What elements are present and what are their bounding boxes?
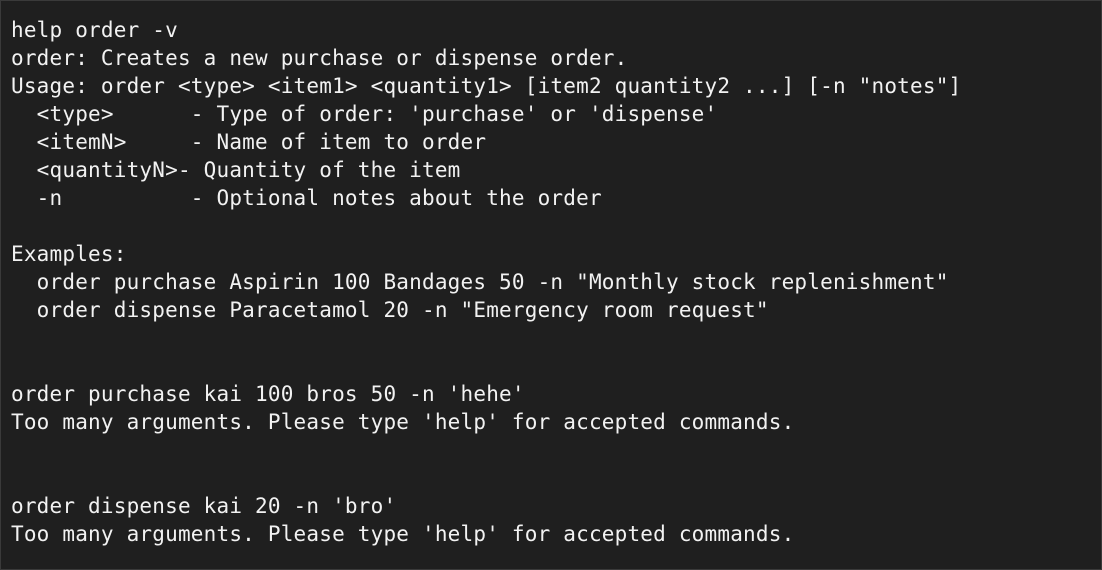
terminal-line: -n - Optional notes about the order — [11, 186, 602, 210]
terminal-line: Usage: order <type> <item1> <quantity1> … — [11, 74, 962, 98]
terminal-line: <type> - Type of order: 'purchase' or 'd… — [11, 102, 718, 126]
terminal-line: order purchase Aspirin 100 Bandages 50 -… — [11, 270, 949, 294]
terminal-line: <quantityN>- Quantity of the item — [11, 158, 461, 182]
terminal-line: Examples: — [11, 242, 127, 266]
terminal-line: order dispense kai 20 -n 'bro' — [11, 494, 397, 518]
terminal-output: help order -v order: Creates a new purch… — [11, 16, 1101, 548]
terminal-line: Too many arguments. Please type 'help' f… — [11, 410, 795, 434]
terminal-line: order purchase kai 100 bros 50 -n 'hehe' — [11, 382, 525, 406]
terminal-window[interactable]: help order -v order: Creates a new purch… — [0, 0, 1102, 570]
terminal-line: <itemN> - Name of item to order — [11, 130, 487, 154]
terminal-line: order dispense Paracetamol 20 -n "Emerge… — [11, 298, 769, 322]
terminal-line: order: Creates a new purchase or dispens… — [11, 46, 628, 70]
terminal-line: Too many arguments. Please type 'help' f… — [11, 522, 795, 546]
terminal-line: help order -v — [11, 18, 178, 42]
